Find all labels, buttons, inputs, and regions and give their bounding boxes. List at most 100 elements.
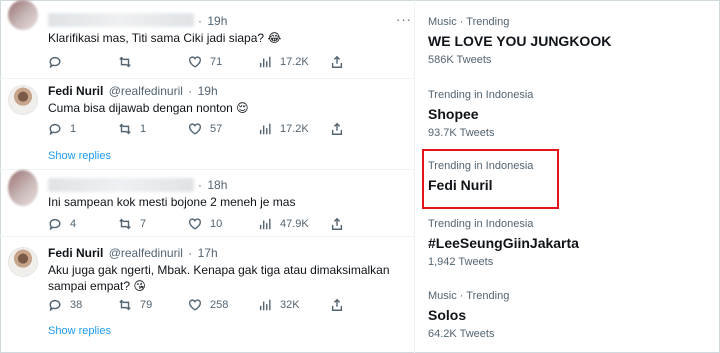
more-icon[interactable]: ··· [396,12,412,27]
reply-button[interactable]: 38 [48,297,82,313]
views-count: 47.9K [280,218,309,230]
share-button[interactable] [330,216,344,232]
author-name[interactable]: Fedi Nuril [48,84,103,98]
retweet-button[interactable]: 1 [118,121,146,137]
trend-count: 93.7K Tweets [428,127,495,139]
reply-icon [49,123,61,136]
avatar[interactable] [8,247,38,277]
trend-context: Music · Trending [428,290,510,302]
views-count: 17.2K [280,56,309,68]
trend-count: 1,942 Tweets [428,256,494,268]
views-button[interactable]: 17.2K [258,121,309,137]
tweet-actions: 38 79 258 32K [48,297,388,313]
trend-context: Trending in Indonesia [428,218,534,230]
trend-name: Shopee [428,106,479,122]
trend-name: #LeeSeungGiinJakarta [428,235,579,251]
reply-button[interactable]: 4 [48,216,76,232]
tweet[interactable]: · 18h Ini sampean kok mesti bojone 2 men… [0,170,415,236]
like-button[interactable]: 57 [188,121,222,137]
author-handle[interactable]: @realfedinuril [109,246,183,260]
tweet-time[interactable]: 17h [198,246,218,260]
reply-icon [49,218,61,231]
tweet-meta: · 18h [198,178,228,192]
share-icon [331,298,343,311]
avatar[interactable] [8,170,38,206]
trend-item[interactable]: Trending in Indonesia Shopee 93.7K Tweet… [428,89,718,139]
trend-item[interactable]: Trending in Indonesia #LeeSeungGiinJakar… [428,218,718,268]
retweet-icon [119,218,131,230]
reply-button[interactable] [48,54,70,70]
like-icon [189,123,201,135]
reply-icon [49,56,61,69]
trend-context: Trending in Indonesia [428,89,534,101]
views-count: 17.2K [280,123,309,135]
avatar[interactable] [8,85,38,115]
author-name[interactable]: Fedi Nuril [48,246,103,260]
tweet[interactable]: Fedi Nuril @realfedinuril · 19h Cuma bis… [0,79,415,169]
reply-button[interactable]: 1 [48,121,76,137]
tweet-time[interactable]: 19h [207,14,227,28]
retweet-count: 7 [140,218,147,230]
views-icon [259,56,271,68]
like-button[interactable]: 71 [188,54,222,70]
share-icon [331,217,343,230]
tweet-meta: Fedi Nuril @realfedinuril · 19h [48,84,218,98]
like-button[interactable]: 10 [188,216,222,232]
trend-item[interactable]: Music · Trending WE LOVE YOU JUNGKOOK 58… [428,16,718,66]
retweet-button[interactable] [118,54,140,70]
avatar[interactable] [8,0,38,30]
tweet[interactable]: Fedi Nuril @realfedinuril · 17h Aku juga… [0,237,415,353]
tweet-meta: Fedi Nuril @realfedinuril · 17h [48,246,218,260]
trend-name: WE LOVE YOU JUNGKOOK [428,33,612,49]
like-icon [189,299,201,311]
share-icon [331,55,343,68]
reply-count: 1 [70,123,77,135]
retweet-button[interactable]: 79 [118,297,152,313]
share-button[interactable] [330,54,344,70]
highlight-box [422,149,559,209]
retweet-button[interactable]: 7 [118,216,146,232]
views-icon [259,123,271,135]
like-count: 71 [210,56,223,68]
tweet[interactable]: · 19h ··· Klarifikasi mas, Titi sama Cik… [0,0,415,78]
views-button[interactable]: 17.2K [258,54,309,70]
show-replies-link[interactable]: Show replies [48,325,111,337]
trend-item[interactable]: Music · Trending Solos 64.2K Tweets [428,290,718,340]
like-icon [189,56,201,68]
tweet-time[interactable]: 18h [207,178,227,192]
views-button[interactable]: 32K [258,297,300,313]
tweet-text: Klarifikasi mas, Titi sama Ciki jadi sia… [48,31,282,45]
like-count: 10 [210,218,223,230]
tweet-time[interactable]: 19h [198,84,218,98]
share-icon [331,122,343,135]
trend-count: 586K Tweets [428,54,492,66]
trend-context: Music · Trending [428,16,510,28]
share-button[interactable] [330,297,344,313]
retweet-icon [119,299,131,311]
views-button[interactable]: 47.9K [258,216,309,232]
tweet-text: Cuma bisa dijawab dengan nonton 😌 [48,101,249,115]
blurred-username [48,13,194,27]
views-icon [259,299,271,311]
tweet-actions: 71 17.2K [48,54,388,70]
tweet-actions: 4 7 10 47.9K [48,216,388,232]
tweet-meta: · 19h [198,14,228,28]
like-button[interactable]: 258 [188,297,228,313]
tweet-text: Aku juga gak ngerti, Mbak. Kenapa gak ti… [48,263,390,293]
tweet-actions: 1 1 57 17.2K [48,121,388,137]
reply-count: 38 [70,299,83,311]
retweet-count: 1 [140,123,147,135]
like-count: 57 [210,123,223,135]
like-count: 258 [210,299,229,311]
retweet-icon [119,123,131,135]
blurred-username [48,178,194,192]
retweet-count: 79 [140,299,153,311]
reply-count: 4 [70,218,77,230]
views-count: 32K [280,299,300,311]
show-replies-link[interactable]: Show replies [48,150,111,162]
author-handle[interactable]: @realfedinuril [109,84,183,98]
retweet-icon [119,56,131,68]
trend-name: Solos [428,307,467,323]
tweet-text: Ini sampean kok mesti bojone 2 meneh je … [48,195,296,209]
share-button[interactable] [330,121,344,137]
